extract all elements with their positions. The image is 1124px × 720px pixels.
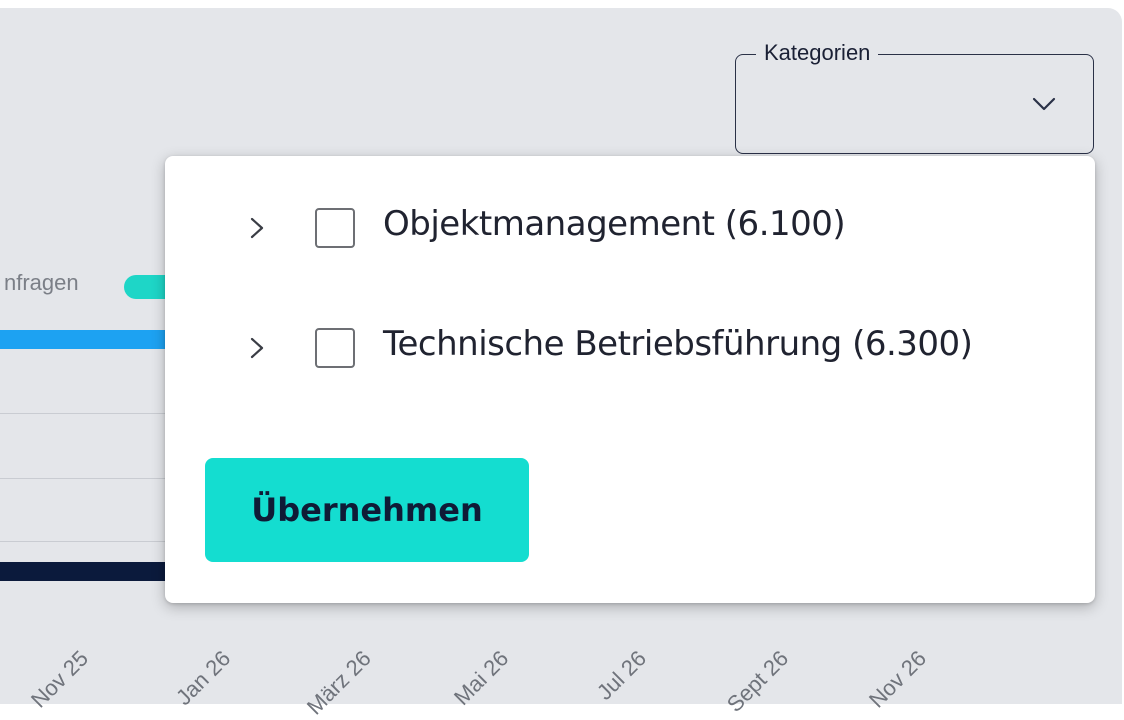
option-label: Objektmanagement (6.100) (383, 204, 846, 244)
chevron-down-icon[interactable] (1030, 90, 1058, 118)
chart-gridline (0, 478, 180, 479)
apply-button[interactable]: Übernehmen (205, 458, 529, 562)
chart-bar-blue (0, 330, 180, 349)
option-technische-betriebsfuehrung[interactable]: Technische Betriebsführung (6.300) (165, 318, 1095, 378)
chevron-right-icon[interactable] (245, 336, 269, 360)
checkbox[interactable] (315, 328, 355, 368)
chart-bar-navy (0, 562, 180, 581)
legend-label: nfragen (4, 270, 79, 295)
option-label: Technische Betriebsführung (6.300) (383, 324, 973, 364)
checkbox[interactable] (315, 208, 355, 248)
chart-gridline (0, 541, 180, 542)
kategorien-dropdown: Objektmanagement (6.100) Technische Betr… (165, 156, 1095, 603)
kategorien-label: Kategorien (756, 40, 879, 66)
option-objektmanagement[interactable]: Objektmanagement (6.100) (165, 198, 1095, 258)
chevron-right-icon[interactable] (245, 216, 269, 240)
chart-gridline (0, 413, 180, 414)
